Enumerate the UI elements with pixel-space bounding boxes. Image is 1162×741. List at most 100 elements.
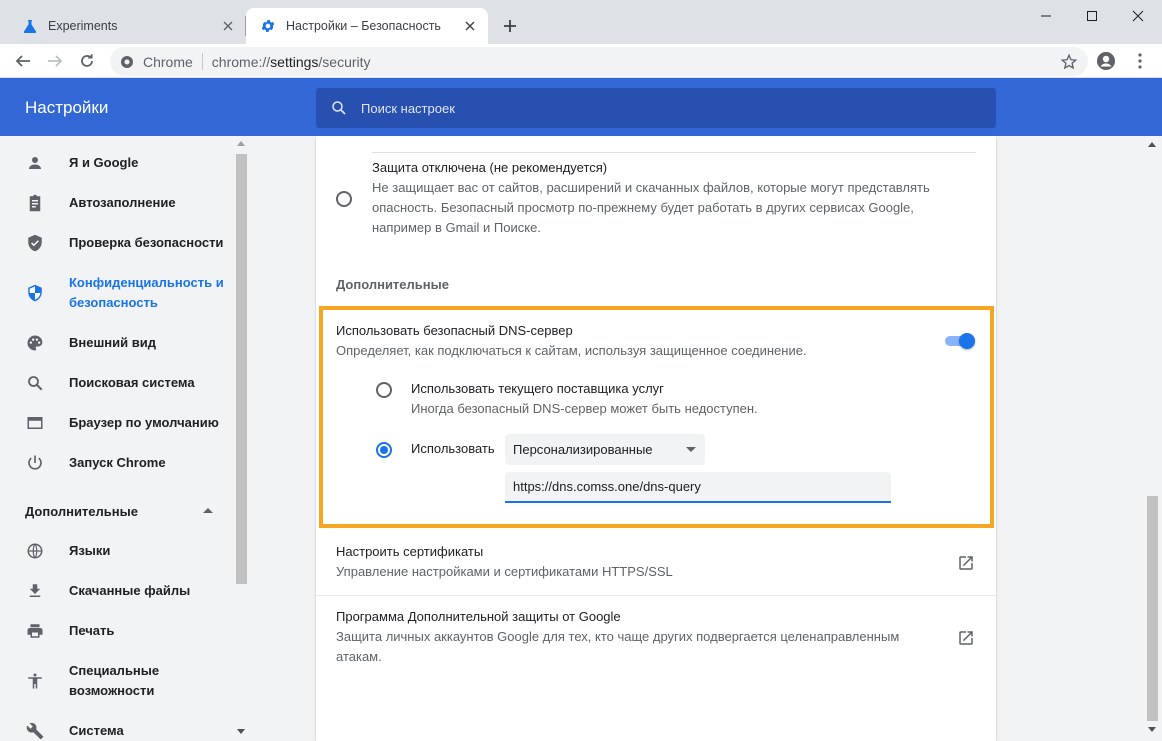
dns-provider-value: Персонализированные <box>513 442 653 457</box>
wrench-icon <box>24 720 46 741</box>
sidebar-item-downloads[interactable]: Скачанные файлы <box>0 581 234 601</box>
browser-icon <box>24 412 46 434</box>
settings-sidebar: Я и Google Автозаполнение Проверка безоп… <box>0 136 234 741</box>
sidebar-item-label: Поисковая система <box>69 375 195 390</box>
close-tab-icon[interactable] <box>220 18 236 34</box>
settings-header: Настройки <box>0 78 1162 136</box>
close-tab-icon[interactable] <box>462 18 478 34</box>
sidebar-item-label: Внешний вид <box>69 335 156 350</box>
reload-button[interactable] <box>75 49 99 73</box>
search-input[interactable] <box>361 100 961 116</box>
omnibox-url: chrome://settings/security <box>211 53 371 70</box>
sidebar-item-label: Языки <box>69 543 111 558</box>
scroll-down-arrow-icon[interactable] <box>237 729 245 734</box>
tab-title: Настройки – Безопасность <box>286 19 441 33</box>
advanced-protection-desc: атакам. <box>336 649 382 664</box>
omnibox[interactable]: Chrome chrome://settings/security <box>110 47 1088 76</box>
sidebar-item-label: Конфиденциальность и безопасность <box>69 275 224 310</box>
divider <box>316 595 996 596</box>
scroll-up-arrow-icon[interactable] <box>237 141 245 146</box>
sidebar-scrollbar[interactable] <box>234 136 249 741</box>
dns-provider-select[interactable]: Персонализированные <box>505 434 705 465</box>
sidebar-item-label: Запуск Chrome <box>69 455 166 470</box>
sidebar-item-autofill[interactable]: Автозаполнение <box>0 193 234 213</box>
advanced-protection-desc: Защита личных аккаунтов Google для тех, … <box>336 629 900 644</box>
bookmark-star-icon[interactable] <box>1060 53 1078 71</box>
sidebar-item-printing[interactable]: Печать <box>0 621 234 641</box>
clipboard-icon <box>24 192 46 214</box>
flask-icon <box>22 18 38 34</box>
main-scrollbar[interactable] <box>1145 136 1160 741</box>
radio-current-provider[interactable] <box>376 382 392 398</box>
custom-dns-url-input[interactable] <box>505 472 891 503</box>
profile-avatar-icon[interactable] <box>1094 49 1118 73</box>
scrollbar-thumb[interactable] <box>1147 496 1158 721</box>
search-icon <box>332 101 346 115</box>
secure-dns-desc: Определяет, как подключаться к сайтам, и… <box>336 343 807 358</box>
omnibox-separator <box>201 53 203 70</box>
accessibility-icon <box>24 670 46 692</box>
no-protection-desc: Не защищает вас от сайтов, расширений и … <box>372 180 930 195</box>
scrollbar-thumb[interactable] <box>236 154 247 584</box>
settings-search[interactable] <box>316 88 996 128</box>
sidebar-item-languages[interactable]: Языки <box>0 541 234 561</box>
radio-custom-provider[interactable] <box>376 442 392 458</box>
external-link-icon[interactable] <box>957 629 975 647</box>
certificates-title: Настроить сертификаты <box>336 544 484 559</box>
secure-dns-title: Использовать безопасный DNS-сервер <box>336 323 573 338</box>
current-provider-title: Использовать текущего поставщика услуг <box>411 381 664 396</box>
sidebar-advanced-header[interactable]: Дополнительные <box>25 504 138 519</box>
no-protection-desc: опасность. Безопасный просмотр по-прежне… <box>372 200 914 215</box>
sidebar-item-label: Браузер по умолчанию <box>69 415 219 430</box>
globe-icon <box>24 540 46 562</box>
sidebar-item-label: Я и Google <box>69 155 139 170</box>
back-button[interactable] <box>11 49 35 73</box>
sidebar-item-search-engine[interactable]: Поисковая система <box>0 373 234 393</box>
chrome-site-icon <box>121 55 133 68</box>
sidebar-item-appearance[interactable]: Внешний вид <box>0 333 234 353</box>
scroll-up-arrow-icon[interactable] <box>1148 142 1156 147</box>
sidebar-item-privacy-security[interactable]: Конфиденциальность и безопасность <box>0 273 234 313</box>
tab-settings[interactable]: Настройки – Безопасность <box>246 8 488 44</box>
tab-title: Experiments <box>48 19 118 33</box>
current-provider-desc: Иногда безопасный DNS-сервер может быть … <box>411 401 758 416</box>
browser-toolbar: Chrome chrome://settings/security <box>0 44 1162 78</box>
secure-dns-toggle[interactable] <box>945 333 977 349</box>
tab-strip: Experiments Настройки – Безопасность <box>0 0 1162 44</box>
scroll-down-arrow-icon[interactable] <box>1148 727 1156 732</box>
sidebar-item-accessibility[interactable]: Специальные возможности <box>0 661 234 701</box>
download-icon <box>24 580 46 602</box>
tab-experiments[interactable]: Experiments <box>8 8 246 44</box>
forward-button[interactable] <box>43 49 67 73</box>
sidebar-item-label: Проверка безопасности <box>69 235 224 250</box>
custom-provider-label: Использовать <box>411 441 495 456</box>
new-tab-button[interactable] <box>499 15 521 37</box>
page-title: Настройки <box>25 98 109 117</box>
print-icon <box>24 620 46 642</box>
sidebar-item-you-and-google[interactable]: Я и Google <box>0 153 234 173</box>
sidebar-item-label: Скачанные файлы <box>69 583 191 598</box>
sidebar-item-default-browser[interactable]: Браузер по умолчанию <box>0 413 234 433</box>
radio-no-protection[interactable] <box>336 191 352 207</box>
minimize-button[interactable] <box>1023 4 1069 28</box>
sidebar-item-label: Печать <box>69 623 115 638</box>
sidebar-item-system[interactable]: Система <box>0 721 234 741</box>
omnibox-scheme: Chrome <box>143 53 193 70</box>
close-window-button[interactable] <box>1115 4 1161 28</box>
collapse-arrow-icon[interactable] <box>203 508 213 513</box>
shield-icon <box>24 282 46 304</box>
advanced-section-label: Дополнительные <box>336 277 449 292</box>
power-icon <box>24 452 46 474</box>
dropdown-arrow-icon <box>686 447 696 452</box>
gear-icon <box>260 18 276 34</box>
sidebar-item-on-startup[interactable]: Запуск Chrome <box>0 453 234 473</box>
external-link-icon[interactable] <box>957 554 975 572</box>
maximize-button[interactable] <box>1069 4 1115 28</box>
menu-dots-icon[interactable] <box>1128 49 1152 73</box>
palette-icon <box>24 332 46 354</box>
sidebar-item-label: Автозаполнение <box>69 195 176 210</box>
divider <box>372 152 976 153</box>
sidebar-item-safety-check[interactable]: Проверка безопасности <box>0 233 234 253</box>
search-icon <box>24 372 46 394</box>
toggle-knob <box>959 333 975 349</box>
